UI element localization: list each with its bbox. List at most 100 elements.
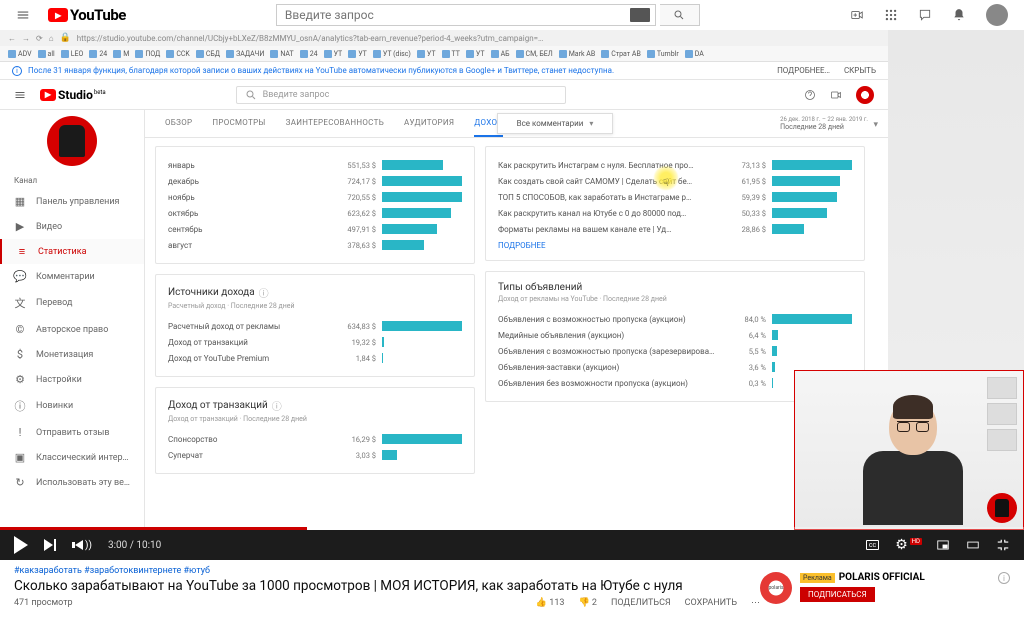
player-time: 3:00 / 10:10 [108,540,161,551]
studio-sidebar: Канал ▦Панель управления▶Видео≡Статистик… [0,110,145,530]
bookmark-item: ЗАДАЧИ [226,50,264,58]
search-button[interactable] [660,4,700,26]
browser-bookmarks-bar: ADVallLEO24МПОДCCKСБДЗАДАЧИNAT24УТУТУТ (… [0,46,888,62]
settings-button[interactable]: ⚙HD [895,537,920,553]
notifications-icon[interactable] [952,8,966,22]
more-button[interactable]: ⋯ [751,598,760,608]
sidebar-item-label: Авторское право [36,325,108,335]
search-form [276,4,700,26]
presenter-overlay [794,370,1024,530]
messages-icon[interactable] [918,8,932,22]
forward-icon: → [22,34,30,43]
channel-ad-block: polaris Реклама POLARIS OFFICIAL ПОДПИСАТ… [760,566,1010,608]
banner-text: После 31 января функция, благодаря котор… [28,66,614,75]
banner-hide-link: СКРЫТЬ [844,66,876,75]
sidebar-item: ↻Использовать эту ве… [0,470,144,495]
subtitles-button[interactable]: cc [866,540,879,550]
sidebar-item-label: Настройки [36,375,82,385]
sidebar-icon: ! [14,426,26,439]
data-row: Как раскрутить Инстаграм с нуля. Бесплат… [498,157,852,173]
comments-popup: Все комментарии ▾ [497,113,613,134]
dislike-button[interactable]: 👎 2 [578,598,597,608]
bookmark-item: УТ (disc) [373,50,411,58]
sidebar-icon: © [14,323,26,336]
video-player: ← → ⟳ ⌂ 🔒 https://studio.youtube.com/cha… [0,30,1024,560]
bookmark-item: УТ [466,50,485,58]
search-input[interactable] [276,4,656,26]
video-title: Сколько зарабатывают на YouTube за 1000 … [14,578,760,594]
sidebar-icon: ⚙ [14,373,26,386]
create-icon[interactable] [850,8,864,22]
url-text: https://studio.youtube.com/channel/UCbjy… [77,34,544,43]
bookmark-item: 24 [89,50,107,58]
sidebar-item: ⓘНовинки [0,392,144,420]
sidebar-item: ▣Классический интер… [0,445,144,470]
panel-subtitle: Доход от рекламы на YouTube · Последние … [498,295,852,303]
chevron-down-icon: ▾ [589,119,593,128]
data-row: Доход от YouTube Premium1,84 $ [168,350,462,366]
advertiser-logo[interactable]: polaris [760,572,792,604]
user-avatar[interactable] [986,4,1008,26]
data-row: Медийные объявления (аукцион)6,4 % [498,327,852,343]
chevron-down-icon: ▾ [873,120,878,130]
screen-capture-content: ← → ⟳ ⌂ 🔒 https://studio.youtube.com/cha… [0,30,888,530]
sidebar-icon: ▶ [14,220,26,233]
next-button[interactable] [44,539,56,551]
sidebar-item: 💬Комментарии [0,264,144,289]
bookmark-item: СМ, БЕЛ [516,50,553,58]
ad-info-icon[interactable]: i [998,572,1010,584]
data-row: сентябрь497,91 $ [168,221,462,237]
keyboard-icon[interactable] [630,8,650,22]
bookmark-item: all [38,50,55,58]
transactions-panel: Доход от транзакций ⓘДоход от транзакций… [155,387,475,474]
ad-badge: Реклама [800,573,835,583]
monthly-revenue-panel: январь551,53 $декабрь724,17 $ноябрь720,5… [155,146,475,264]
sidebar-item-label: Отправить отзыв [36,428,110,438]
sidebar-item-label: Монетизация [36,350,93,360]
sidebar-icon: ▦ [14,195,26,208]
search-icon [245,89,257,101]
volume-button[interactable]: )) [72,540,92,551]
bookmark-item: TT [442,50,460,58]
video-hashtags[interactable]: #какзаработать #заработоквинтернете #юту… [14,566,760,576]
fullscreen-exit-button[interactable] [996,538,1010,552]
menu-icon[interactable] [16,8,30,22]
sidebar-item: ▦Панель управления [0,189,144,214]
sidebar-item: ⚙ Настройки [0,367,144,392]
sidebar-section-label: Канал [0,172,144,189]
subscribe-button[interactable]: ПОДПИСАТЬСЯ [800,587,875,602]
youtube-logo[interactable]: ▶ YouTube [48,6,126,24]
data-row: Форматы рекламы на вашем канале ете | Уд… [498,221,852,237]
youtube-header: ▶ YouTube [0,0,1024,30]
info-icon: i [12,66,22,76]
bookmark-item: ПОД [135,50,160,58]
data-row: август378,63 $ [168,237,462,253]
player-controls: )) 3:00 / 10:10 cc ⚙HD [0,530,1024,560]
bookmark-item: УТ [348,50,367,58]
miniplayer-button[interactable] [936,538,950,552]
view-count: 471 просмотр [14,598,73,608]
home-icon: ⌂ [49,34,54,43]
data-row: январь551,53 $ [168,157,462,173]
play-button[interactable] [14,536,28,554]
theater-button[interactable] [966,538,980,552]
channel-avatar [47,116,97,166]
browser-address-bar: ← → ⟳ ⌂ 🔒 https://studio.youtube.com/cha… [0,30,888,46]
bookmark-item: М [113,50,129,58]
save-button[interactable]: СОХРАНИТЬ [685,598,737,608]
share-button[interactable]: ПОДЕЛИТЬСЯ [611,598,671,608]
studio-main: ОБЗОРПРОСМОТРЫЗАИНТЕРЕСОВАННОСТЬАУДИТОРИ… [145,110,888,530]
apps-icon[interactable] [884,8,898,22]
data-row: Спонсорство16,29 $ [168,431,462,447]
advertiser-name[interactable]: POLARIS OFFICIAL [839,572,925,583]
more-link: ПОДРОБНЕЕ [498,237,852,250]
like-button[interactable]: 👍 113 [536,598,565,608]
help-icon: ⓘ [259,285,269,300]
menu-icon [14,89,26,101]
panel-subtitle: Доход от транзакций · Последние 28 дней [168,415,462,423]
sidebar-item-label: Новинки [36,401,73,411]
analytics-tab: АУДИТОРИЯ [404,110,454,137]
bookmark-item: NAT [270,50,293,58]
studio-search: Введите запрос [236,86,566,104]
sidebar-item-label: Комментарии [36,272,95,282]
